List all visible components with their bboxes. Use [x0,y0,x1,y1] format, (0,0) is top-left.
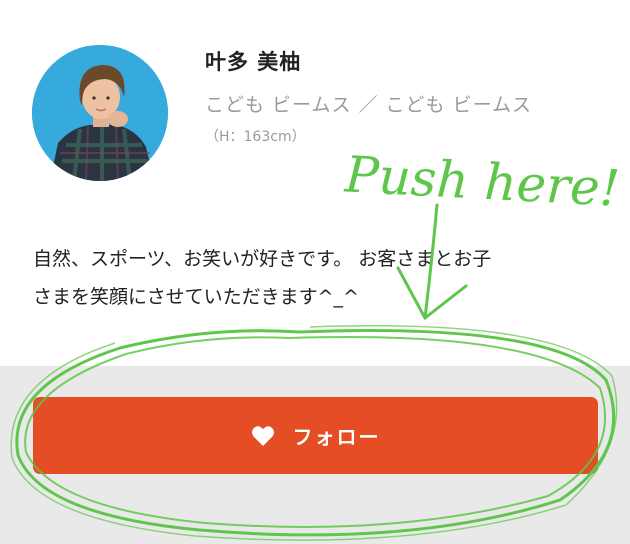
staff-name: 叶多 美柚 [205,50,302,74]
shop-name[interactable]: こども ビームス ／ こども ビームス [205,90,532,117]
heart-icon [251,425,275,447]
follow-button-label: フォロー [292,425,381,449]
avatar[interactable] [32,45,168,181]
staff-profile-card: 叶多 美柚 こども ビームス ／ こども ビームス （H：163cm） 自然、ス… [0,0,630,366]
bio-text: 自然、スポーツ、お笑いが好きです。 お客さまとお子 さまを笑顔にさせていただきま… [33,240,598,316]
bio-line: 自然、スポーツ、お笑いが好きです。 お客さまとお子 [33,248,492,270]
follow-button[interactable]: フォロー [33,397,598,474]
bio-line: さまを笑顔にさせていただきます^_^ [33,286,359,308]
staff-height: （H：163cm） [205,129,306,145]
